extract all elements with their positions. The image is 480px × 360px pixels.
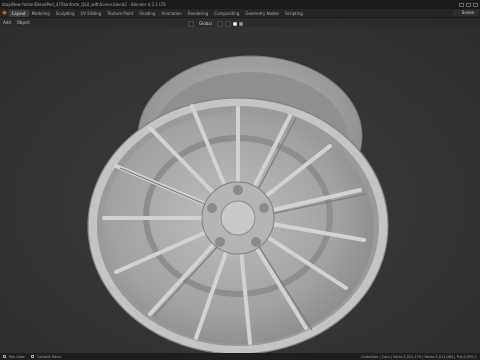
status-bar: Pan View Context Menu Collection | Cam |… [0,353,480,360]
menu-add[interactable]: Add [0,20,14,25]
viewport-tools: Global [188,21,243,27]
maximize-icon[interactable] [466,2,471,7]
tab-compositing[interactable]: Compositing [211,10,242,17]
transform-orientation-select[interactable]: Global [196,21,215,27]
title-bar: ktop\New folder\BlendPod_47\Ronforte_QL0… [0,0,480,9]
tab-sculpting[interactable]: Sculpting [53,10,78,17]
scene-selector[interactable]: Scene [452,10,480,17]
tab-animation[interactable]: Animation [158,10,184,17]
pivot-icon[interactable] [216,21,223,27]
scene-name[interactable]: Scene [457,10,478,16]
status-pan-view: Pan View [9,354,25,359]
tab-scripting[interactable]: Scripting [282,10,306,17]
center-cap [220,200,256,236]
workspace-tab-bar: ◉ Layout Modeling Sculpting UV Editing T… [0,9,480,18]
transform-orientation-icon[interactable] [188,21,194,27]
close-icon[interactable] [473,2,478,7]
scene-icon [452,10,457,16]
tab-layout[interactable]: Layout [9,9,29,17]
tab-rendering[interactable]: Rendering [185,10,211,17]
window-controls [459,2,480,7]
tab-modeling[interactable]: Modeling [29,10,53,17]
tab-geometry-nodes[interactable]: Geometry Nodes [242,10,282,17]
window-title: ktop\New folder\BlendPod_47\Ronforte_QL0… [2,2,166,7]
tab-shading[interactable]: Shading [136,10,158,17]
tab-uv-editing[interactable]: UV Editing [78,10,105,17]
3d-viewport[interactable]: Add Object Global [0,18,480,353]
wheel-model[interactable] [0,18,480,353]
proportional-edit-icon[interactable] [232,22,237,26]
status-context-menu: Context Menu [36,354,62,359]
blender-logo-icon[interactable]: ◉ [0,9,9,18]
tab-texture-paint[interactable]: Texture Paint [104,10,136,17]
overlay-icon[interactable] [238,22,243,26]
menu-object[interactable]: Object [14,20,33,25]
minimize-icon[interactable] [459,2,464,7]
scene-statistics: Collection | Cam | Verts:3,021,175 | Fac… [361,354,477,359]
snap-icon[interactable] [224,21,231,27]
